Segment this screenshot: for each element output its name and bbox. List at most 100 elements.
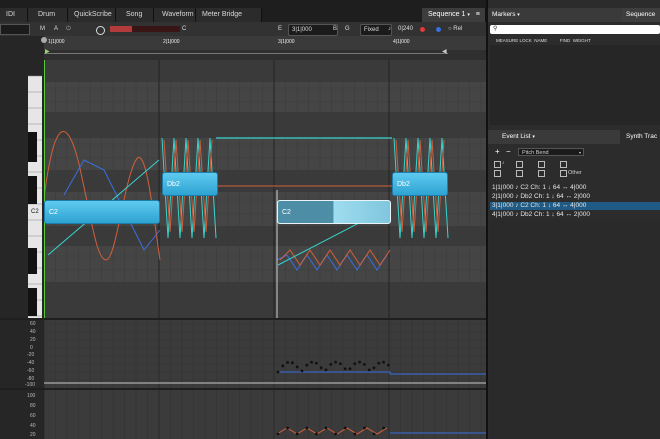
c-button[interactable]: C	[182, 24, 186, 34]
g-button[interactable]: G	[345, 24, 350, 34]
axis-label: 20	[30, 432, 36, 438]
axis-label: -20	[27, 352, 35, 358]
record-dot-icon[interactable]	[420, 27, 425, 32]
tab-sequence-label: Sequence 1	[428, 11, 466, 18]
ruler-bar-4: 4|1|000	[393, 39, 410, 45]
pitch-bend-canvas[interactable]	[44, 320, 486, 388]
event-row[interactable]: 2|1|000 ♪ Db2 Ch: 1 ↓ 64 ↔ 2|000	[490, 193, 660, 201]
time-field[interactable]: 3|1|000	[288, 24, 338, 36]
event-list-empty-area[interactable]	[490, 220, 660, 439]
note-label: Db2	[397, 181, 410, 188]
b-button[interactable]: B	[333, 24, 337, 34]
note-label: C2	[49, 209, 58, 216]
m-button[interactable]: M	[40, 24, 45, 34]
chevron-down-icon[interactable]: ▾	[467, 12, 470, 18]
piano-label-c2: C2	[31, 209, 39, 215]
axis-label: 100	[27, 393, 36, 399]
sysex-filter-checkbox[interactable]	[516, 170, 523, 177]
metronome-icon[interactable]	[96, 26, 105, 35]
velocity-canvas[interactable]	[44, 390, 486, 439]
axis-label: 60	[30, 321, 36, 327]
meter-filter-checkbox[interactable]	[538, 170, 545, 177]
event-row[interactable]: 1|1|000 ♪ C2 Ch: 1 ↓ 64 ↔ 4|000	[490, 184, 660, 192]
event-filter-label: Pitch Bend	[522, 150, 549, 156]
axis-label: -40	[27, 360, 35, 366]
tab-meter-bridge[interactable]: Meter Bridge	[196, 8, 262, 22]
piano-keys[interactable]	[0, 36, 44, 439]
timeline-ruler[interactable]: ▶ ◀	[44, 36, 486, 61]
level-slider-fill	[110, 26, 132, 32]
note-c2-1[interactable]: C2	[44, 200, 160, 224]
axis-label: 80	[30, 403, 36, 409]
track-name-field[interactable]	[0, 24, 30, 35]
sequence-side-tab[interactable]: Sequence	[622, 8, 660, 22]
tab-idi[interactable]: IDI	[0, 8, 28, 22]
note-icon: ♪	[502, 160, 505, 166]
chevron-down-icon[interactable]: ▾	[517, 12, 520, 18]
ruler-bar-2: 2|1|000	[163, 39, 180, 45]
event-filter-dropdown[interactable]: Pitch Bend ▾	[518, 148, 584, 156]
axis-label: 60	[30, 413, 36, 419]
axis-label: -100	[25, 382, 36, 388]
axis-label: 20	[30, 337, 36, 343]
ctl-filter-checkbox[interactable]	[538, 161, 545, 168]
note-db2-2[interactable]: Db2	[162, 172, 218, 196]
e-button[interactable]: E	[278, 24, 282, 34]
note-label: C2	[282, 209, 291, 216]
event-list-tab[interactable]: Event List	[502, 133, 531, 140]
note-db2-4[interactable]: Db2	[392, 172, 448, 196]
markers-columns: MEASURE LOCK NAME FIND WEIGHT	[496, 38, 591, 43]
axis-label: 40	[30, 423, 36, 429]
marker-search-input[interactable]: ⚲	[490, 25, 660, 34]
note-filter-checkbox[interactable]	[494, 161, 501, 168]
tab-waveform[interactable]: Waveform	[154, 8, 196, 22]
a-button[interactable]: A	[54, 24, 58, 34]
tab-sequence[interactable]: Sequence 1 ▾ ≡	[422, 8, 486, 22]
rel-toggle[interactable]: ○ Rel	[448, 24, 462, 34]
loop-bar	[44, 53, 448, 54]
prog-filter-checkbox[interactable]	[560, 161, 567, 168]
ruler-bar-1: 1|1|000	[48, 39, 65, 45]
note-value-icon[interactable]: ♪	[388, 24, 391, 34]
search-icon: ⚲	[493, 26, 498, 32]
radio-icon: ○	[448, 26, 452, 32]
loop-strip[interactable]	[44, 50, 486, 60]
add-event-button[interactable]: +	[495, 147, 500, 156]
tab-song[interactable]: Song	[116, 8, 154, 22]
tab-quickscribe[interactable]: QuickScribe	[68, 8, 116, 22]
piano-keyboard	[0, 36, 44, 439]
level-slider[interactable]	[110, 26, 180, 32]
pitch-filter-checkbox[interactable]	[516, 161, 523, 168]
tab-spacer	[262, 8, 422, 22]
note-c2-3-selected[interactable]: C2	[277, 200, 391, 224]
axis-label: 40	[30, 329, 36, 335]
quantize-field[interactable]: 0|240	[398, 24, 413, 34]
markers-list[interactable]	[490, 45, 660, 125]
other-filter-label: Other	[568, 170, 582, 176]
sequence-toolbar	[0, 22, 486, 37]
pitch-bend-lane[interactable]	[44, 320, 486, 388]
menu-icon[interactable]: ≡	[476, 11, 480, 18]
chevron-down-icon: ▾	[578, 150, 581, 155]
loop-start-icon[interactable]: ▶	[45, 48, 50, 55]
chevron-down-icon[interactable]: ▾	[532, 134, 535, 140]
loop-dot-icon[interactable]	[436, 27, 441, 32]
remove-event-button[interactable]: −	[506, 147, 511, 156]
ruler-bar-3: 3|1|000	[278, 39, 295, 45]
axis-label: -60	[27, 368, 35, 374]
axis-label: 0	[30, 345, 33, 351]
note-label: Db2	[167, 181, 180, 188]
loop-end-icon[interactable]: ◀	[442, 48, 447, 55]
tab-drum[interactable]: Drum	[28, 8, 68, 22]
event-type-filters: ♪ Other	[494, 160, 604, 183]
markers-tab[interactable]: Markers	[492, 11, 515, 18]
power-icon[interactable]: ⏻	[66, 24, 71, 34]
event-row[interactable]: 4|1|000 ♪ Db2 Ch: 1 ↓ 64 ↔ 2|000	[490, 211, 660, 219]
rel-label: Rel	[453, 26, 463, 32]
aftertouch-filter-checkbox[interactable]	[494, 170, 501, 177]
event-row-selected[interactable]: 3|1|000 ♪ C2 Ch: 1 ↓ 64 ↔ 4|000	[490, 202, 660, 210]
other-filter-checkbox[interactable]	[560, 170, 567, 177]
playhead-handle[interactable]	[41, 37, 47, 43]
synth-track-tab[interactable]: Synth Trac	[620, 130, 660, 144]
velocity-lane[interactable]	[44, 390, 486, 439]
